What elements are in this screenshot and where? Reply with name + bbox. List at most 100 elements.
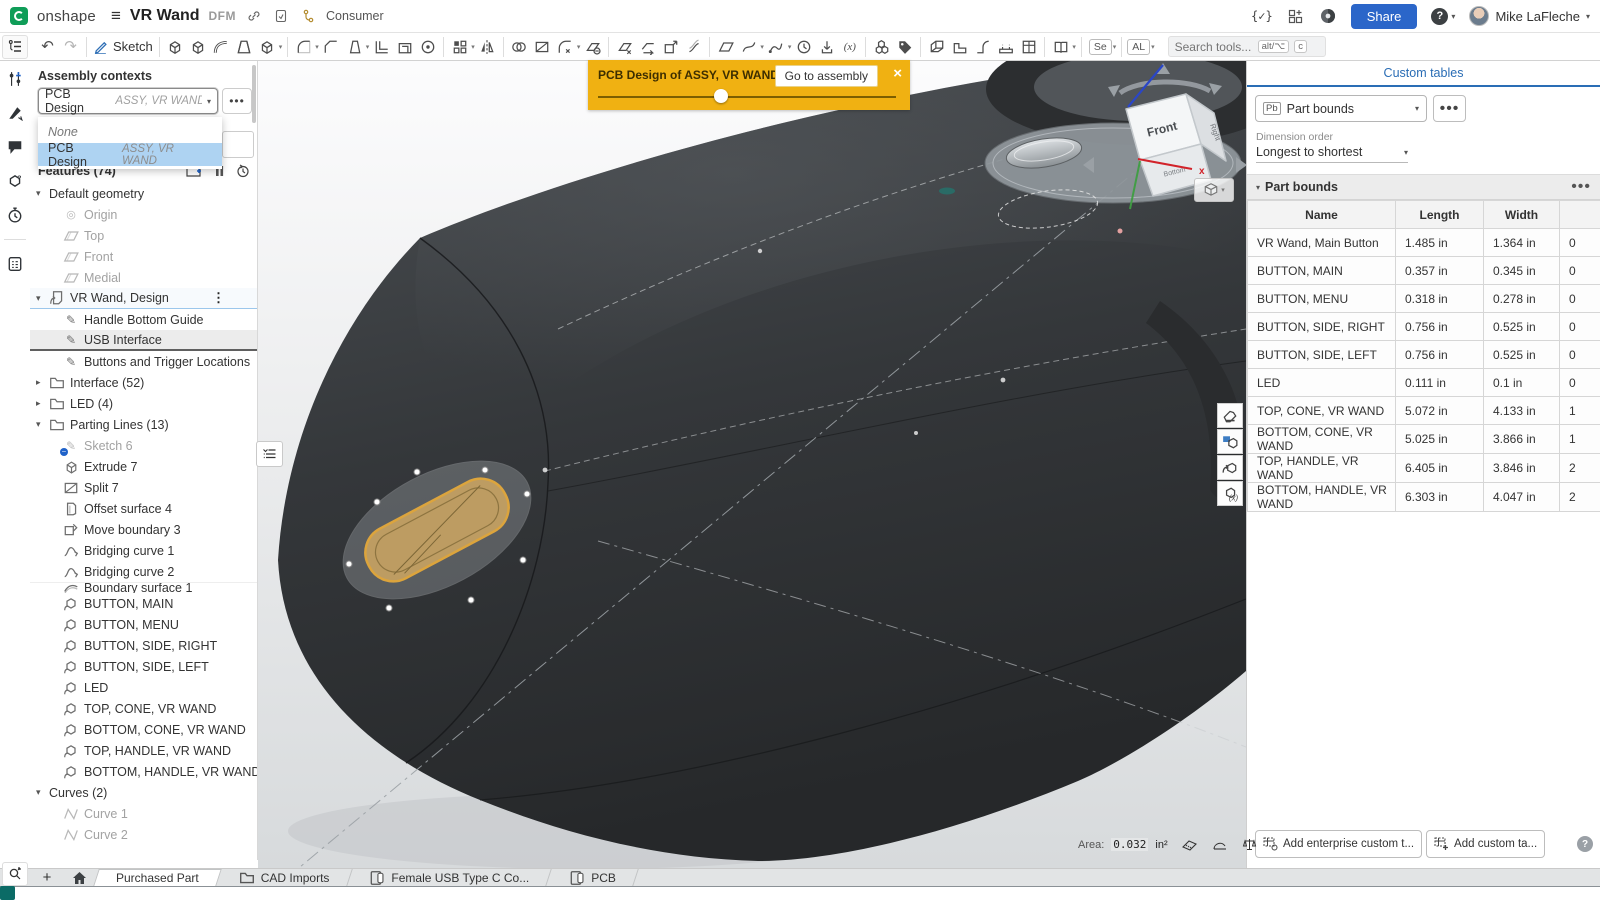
table-row[interactable]: BUTTON, SIDE, RIGHT0.756 in0.525 in0 — [1248, 313, 1600, 341]
feature-row-top-handle-vr-wand[interactable]: TOP, HANDLE, VR WAND — [30, 740, 257, 761]
feature-row-button-side-right[interactable]: BUTTON, SIDE, RIGHT — [30, 635, 257, 656]
main-menu-icon[interactable]: ≡ — [111, 6, 121, 26]
feature-row-move-boundary-3[interactable]: Move boundary 3 — [30, 519, 257, 540]
workspace-name[interactable]: Consumer — [326, 9, 384, 23]
table-row[interactable]: TOP, HANDLE, VR WAND6.405 in3.846 in2 — [1248, 454, 1600, 483]
tab-cad-imports[interactable]: CAD Imports — [219, 869, 350, 886]
add-enterprise-custom-table-button[interactable]: Add enterprise custom t... — [1255, 830, 1422, 858]
flatten-dropdown-caret-icon[interactable]: ▾ — [1072, 43, 1076, 51]
search-tools-box[interactable]: alt/⌥ c — [1168, 36, 1326, 57]
measure-angle-icon[interactable] — [1211, 837, 1228, 852]
curve-dropdown-caret-icon[interactable]: ▾ — [760, 43, 764, 51]
panel-help-button[interactable]: ? — [1577, 836, 1593, 852]
tab-pcb[interactable]: PCB — [549, 869, 636, 886]
boolean-tool-icon[interactable] — [509, 36, 530, 57]
linear-pattern-tool-icon[interactable] — [449, 36, 470, 57]
modify-fillet-dropdown-caret-icon[interactable]: ▾ — [577, 43, 581, 51]
rollback-scrubber-handle[interactable]: ⋮ — [212, 290, 225, 306]
feature-row-led[interactable]: LED — [30, 677, 257, 698]
panel-scrollbar[interactable] — [252, 65, 256, 123]
sheet-metal-flat-tool-icon[interactable] — [995, 36, 1016, 57]
mass-properties-icon[interactable] — [1241, 837, 1258, 852]
feature-row-usb-interface[interactable]: ✎USB Interface — [30, 330, 257, 351]
table-row[interactable]: BUTTON, SIDE, LEFT0.756 in0.525 in0 — [1248, 341, 1600, 369]
tree-open-arrow-icon[interactable]: ▾ — [36, 787, 49, 798]
feature-row-led-4[interactable]: ▸LED (4) — [30, 393, 257, 414]
new-tab-button[interactable]: + — [32, 869, 62, 886]
comments-icon[interactable] — [5, 137, 25, 157]
tab-purchased-part[interactable]: Purchased Part — [96, 869, 219, 886]
update-context-icon[interactable] — [1217, 429, 1243, 454]
table-more-button[interactable]: ••• — [1433, 95, 1466, 122]
status-icon[interactable] — [1319, 7, 1337, 25]
undo-tool-icon[interactable]: ↶ — [37, 36, 58, 57]
feature-row-curves-2[interactable]: ▾Curves (2) — [30, 782, 257, 803]
help-beacon[interactable] — [0, 886, 15, 900]
versions-icon[interactable] — [272, 7, 290, 25]
tree-closed-arrow-icon[interactable]: ▸ — [36, 377, 49, 388]
banner-close-icon[interactable]: × — [893, 65, 902, 82]
table-row[interactable]: BUTTON, MAIN0.357 in0.345 in0 — [1248, 257, 1600, 285]
extrude-tool-icon[interactable] — [165, 36, 186, 57]
feature-row-front[interactable]: Front — [30, 246, 257, 267]
feature-row-curve-1[interactable]: Curve 1 — [30, 803, 257, 824]
led-part[interactable] — [939, 188, 955, 195]
feature-row-vr-wand-design[interactable]: ▾VR Wand, Design⋮ — [30, 288, 257, 309]
app-store-icon[interactable] — [1287, 7, 1305, 25]
chamfer-tool-icon[interactable] — [321, 36, 342, 57]
curve-tool-icon[interactable] — [738, 36, 759, 57]
feature-row-curve-2[interactable]: Curve 2 — [30, 824, 257, 845]
user-menu-caret-icon[interactable]: ▾ — [1586, 12, 1590, 21]
filter-input-fragment[interactable] — [222, 131, 254, 158]
sweep-tool-icon[interactable] — [211, 36, 232, 57]
model-canvas[interactable]: Front Right Bottom x — [258, 61, 1246, 868]
add-custom-table-button[interactable]: Add custom ta... — [1426, 830, 1545, 858]
home-tab-button[interactable] — [62, 869, 96, 886]
sketch-button[interactable]: Sketch — [87, 37, 159, 56]
thicken-dropdown-caret-icon[interactable]: ▾ — [279, 43, 283, 51]
fillet-dropdown-caret-icon[interactable]: ▾ — [315, 43, 319, 51]
tree-open-arrow-icon[interactable]: ▾ — [36, 188, 49, 199]
copy-link-icon[interactable] — [245, 7, 263, 25]
redo-tool-icon[interactable]: ↷ — [60, 36, 81, 57]
rollback-history-icon[interactable] — [236, 164, 250, 178]
instances-tool-icon[interactable] — [871, 36, 892, 57]
history-icon[interactable] — [5, 205, 25, 225]
part-bounds-section-header[interactable]: ▾ Part bounds ••• — [1247, 174, 1600, 200]
feature-row-extrude-7[interactable]: Extrude 7 — [30, 456, 257, 477]
offset-surface-tool-icon[interactable] — [683, 36, 704, 57]
tree-open-arrow-icon[interactable]: ▾ — [36, 419, 49, 430]
feature-row-split-7[interactable]: Split 7 — [30, 477, 257, 498]
sheet-metal-bend-tool-icon[interactable] — [972, 36, 993, 57]
variables-icon[interactable]: (x) — [1217, 481, 1243, 506]
follow-mode-icon[interactable] — [5, 103, 25, 123]
feature-row-origin[interactable]: ◎Origin — [30, 204, 257, 225]
section-collapse-icon[interactable]: ▾ — [1256, 183, 1260, 192]
move-face-tool-icon[interactable] — [614, 36, 635, 57]
section-more-button[interactable]: ••• — [1571, 178, 1591, 196]
composite-curve-tool-icon[interactable] — [766, 36, 787, 57]
featurescript-icon[interactable]: {✓} — [1251, 9, 1273, 23]
sheet-metal-model-tool-icon[interactable] — [926, 36, 947, 57]
split-tool-icon[interactable] — [532, 36, 553, 57]
onshape-logo-icon[interactable] — [10, 7, 28, 25]
share-button[interactable]: Share — [1351, 4, 1418, 29]
user-avatar[interactable] — [1469, 6, 1489, 26]
context-slider-track[interactable] — [598, 96, 896, 98]
feature-row-handle-bottom-guide[interactable]: ✎Handle Bottom Guide — [30, 309, 257, 330]
learning-center-icon[interactable]: ? — [5, 171, 25, 191]
tree-open-arrow-icon[interactable]: ▾ — [36, 293, 49, 304]
feature-row-buttons-and-trigger-locations[interactable]: ✎Buttons and Trigger Locations — [30, 351, 257, 372]
user-name[interactable]: Mike LaFleche — [1495, 9, 1580, 24]
feature-row-boundary-surface-1[interactable]: Boundary surface 1 — [30, 582, 257, 593]
table-row[interactable]: BUTTON, MENU0.318 in0.278 in0 — [1248, 285, 1600, 313]
feature-list-toggle-button[interactable] — [2, 35, 28, 59]
feature-row-default-geometry[interactable]: ▾Default geometry — [30, 183, 257, 204]
derived-part-icon[interactable] — [1217, 455, 1243, 480]
graphics-viewport[interactable]: Front Right Bottom x — [258, 61, 1246, 868]
table-row[interactable]: VR Wand, Main Button1.485 in1.364 in0 — [1248, 229, 1600, 257]
table-row[interactable]: TOP, CONE, VR WAND5.072 in4.133 in1 — [1248, 397, 1600, 425]
go-to-assembly-button[interactable]: Go to assembly — [775, 65, 878, 87]
dimension-order-select[interactable]: Longest to shortest▾ — [1256, 145, 1408, 163]
feature-row-button-main[interactable]: BUTTON, MAIN — [30, 593, 257, 614]
